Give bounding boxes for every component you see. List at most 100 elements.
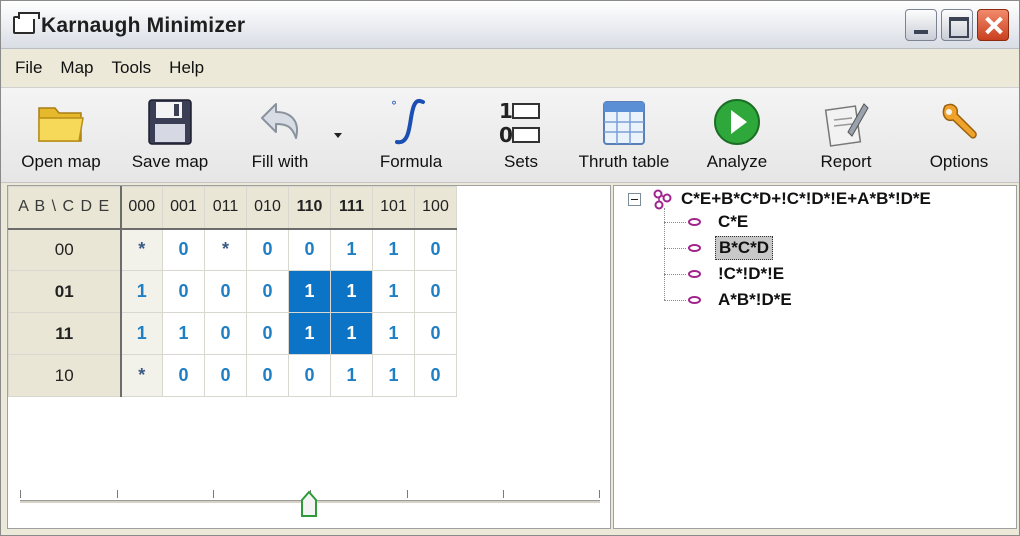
kmap-cell[interactable]: 1 (288, 312, 331, 355)
open-map-label: Open map (21, 152, 101, 171)
kmap-cell[interactable]: 0 (414, 270, 457, 313)
tree-root[interactable]: C*E+B*C*D+!C*!D*!E+A*B*!D*E (628, 188, 931, 210)
kmap-cell[interactable]: 0 (246, 270, 289, 313)
formula-button[interactable]: ° Formula (371, 88, 451, 184)
tree-item-label: C*E (718, 212, 749, 231)
report-label: Report (820, 152, 872, 171)
tree-item[interactable]: C*E (664, 210, 751, 234)
save-map-label: Save map (131, 152, 209, 171)
kmap-cell[interactable]: 1 (372, 354, 415, 397)
kmap-cell[interactable]: 1 (288, 270, 331, 313)
kmap-row-header: 10 (8, 354, 122, 397)
analyze-label: Analyze (706, 152, 768, 171)
kmap-cell[interactable]: 1 (162, 312, 205, 355)
tree-item-label: B*C*D (715, 236, 774, 260)
menu-map[interactable]: Map (50, 58, 101, 78)
slider-thumb[interactable] (300, 490, 318, 518)
kmap-column-header: 010 (246, 186, 289, 230)
collapse-icon[interactable] (628, 192, 641, 206)
svg-text:0: 0 (499, 123, 513, 147)
tree-connector (664, 247, 686, 249)
kmap-cell[interactable]: 1 (330, 228, 373, 271)
karnaugh-map: A B \ C D E 000 001 011 010 110 111 101 100 00 * 0 *… (8, 186, 457, 397)
molecule-icon (653, 189, 672, 210)
kmap-cell[interactable]: 1 (330, 312, 373, 355)
kmap-cell[interactable]: 0 (162, 270, 205, 313)
kmap-cell[interactable]: 0 (162, 228, 205, 271)
kmap-column-header: 111 (330, 186, 373, 230)
title-bar[interactable]: Karnaugh Minimizer (1, 1, 1019, 49)
menu-help[interactable]: Help (159, 58, 212, 78)
kmap-cell[interactable]: 0 (246, 354, 289, 397)
tree-connector (664, 299, 686, 301)
sets-button[interactable]: 1 0 Sets (489, 88, 553, 184)
fill-with-dropdown-arrow[interactable] (334, 133, 342, 138)
kmap-cell[interactable]: 0 (204, 270, 247, 313)
slider-tick (117, 490, 118, 498)
kmap-cell[interactable]: 0 (288, 354, 331, 397)
undo-arrow-icon (261, 103, 298, 139)
kmap-panel: A B \ C D E 000 001 011 010 110 111 101 100 00 * 0 *… (7, 185, 611, 529)
kmap-cell[interactable]: 1 (120, 312, 163, 355)
slider-tick (503, 490, 504, 498)
report-button[interactable]: Report (809, 88, 883, 184)
menu-tools[interactable]: Tools (101, 58, 159, 78)
kmap-cell[interactable]: 1 (120, 270, 163, 313)
fill-with-button[interactable]: Fill with (237, 88, 323, 184)
open-map-button[interactable]: Open map (11, 88, 111, 184)
kmap-cell[interactable]: 0 (204, 312, 247, 355)
truth-table-button[interactable]: Thruth table (573, 88, 675, 184)
tree-connector (664, 273, 686, 275)
kmap-row: 01 1 0 0 0 1 1 1 0 (8, 270, 457, 313)
calendar-table-icon (603, 101, 645, 145)
kmap-cell[interactable]: 0 (162, 354, 205, 397)
analyze-button[interactable]: Analyze (697, 88, 777, 184)
kmap-column-header: 001 (162, 186, 205, 230)
kmap-cell[interactable]: 0 (204, 354, 247, 397)
kmap-cell[interactable]: 0 (414, 228, 457, 271)
kmap-row-header: 01 (8, 270, 122, 313)
menu-file[interactable]: File (5, 58, 50, 78)
options-button[interactable]: Options (917, 88, 1001, 184)
app-window: Karnaugh Minimizer File Map Tools Help O… (0, 0, 1020, 536)
kmap-column-header: 100 (414, 186, 457, 230)
term-icon (688, 218, 701, 226)
kmap-cell[interactable]: 1 (372, 312, 415, 355)
kmap-column-header: 110 (288, 186, 331, 230)
kmap-cell[interactable]: * (204, 228, 247, 271)
tree-item[interactable]: B*C*D (664, 236, 774, 260)
kmap-cell[interactable]: 0 (288, 228, 331, 271)
term-icon (688, 270, 701, 278)
kmap-corner-header: A B \ C D E (8, 186, 122, 230)
truth-table-label: Thruth table (578, 152, 670, 171)
toolbar: Open map Save map Fill with ° Formula 1 … (1, 87, 1019, 183)
kmap-row: 00 * 0 * 0 0 1 1 0 (8, 228, 457, 271)
slider-tick (213, 490, 214, 498)
kmap-cell[interactable]: 0 (414, 354, 457, 397)
kmap-cell[interactable]: 1 (330, 270, 373, 313)
kmap-cell[interactable]: 0 (246, 228, 289, 271)
kmap-cell[interactable]: * (120, 354, 163, 397)
window-title: Karnaugh Minimizer (41, 14, 246, 37)
kmap-cell[interactable]: 1 (372, 228, 415, 271)
integral-icon: ° (391, 99, 425, 145)
kmap-column-header: 011 (204, 186, 247, 230)
kmap-cell[interactable]: * (120, 228, 163, 271)
close-button[interactable] (977, 9, 1009, 41)
kmap-cell[interactable]: 0 (414, 312, 457, 355)
kmap-cell[interactable]: 1 (330, 354, 373, 397)
svg-text:°: ° (391, 99, 397, 113)
wrench-icon (942, 103, 977, 139)
tree-connector (664, 221, 686, 223)
tree-item-label: A*B*!D*E (718, 290, 792, 309)
kmap-cell[interactable]: 0 (246, 312, 289, 355)
sets-label: Sets (503, 152, 539, 171)
kmap-row-header: 11 (8, 312, 122, 355)
kmap-cell[interactable]: 1 (372, 270, 415, 313)
save-map-button[interactable]: Save map (123, 88, 217, 184)
tree-item[interactable]: !C*!D*!E (664, 262, 787, 286)
minimize-button[interactable] (905, 9, 937, 41)
tree-item[interactable]: A*B*!D*E (664, 288, 795, 312)
slider-tick (599, 490, 600, 498)
maximize-button[interactable] (941, 9, 973, 41)
